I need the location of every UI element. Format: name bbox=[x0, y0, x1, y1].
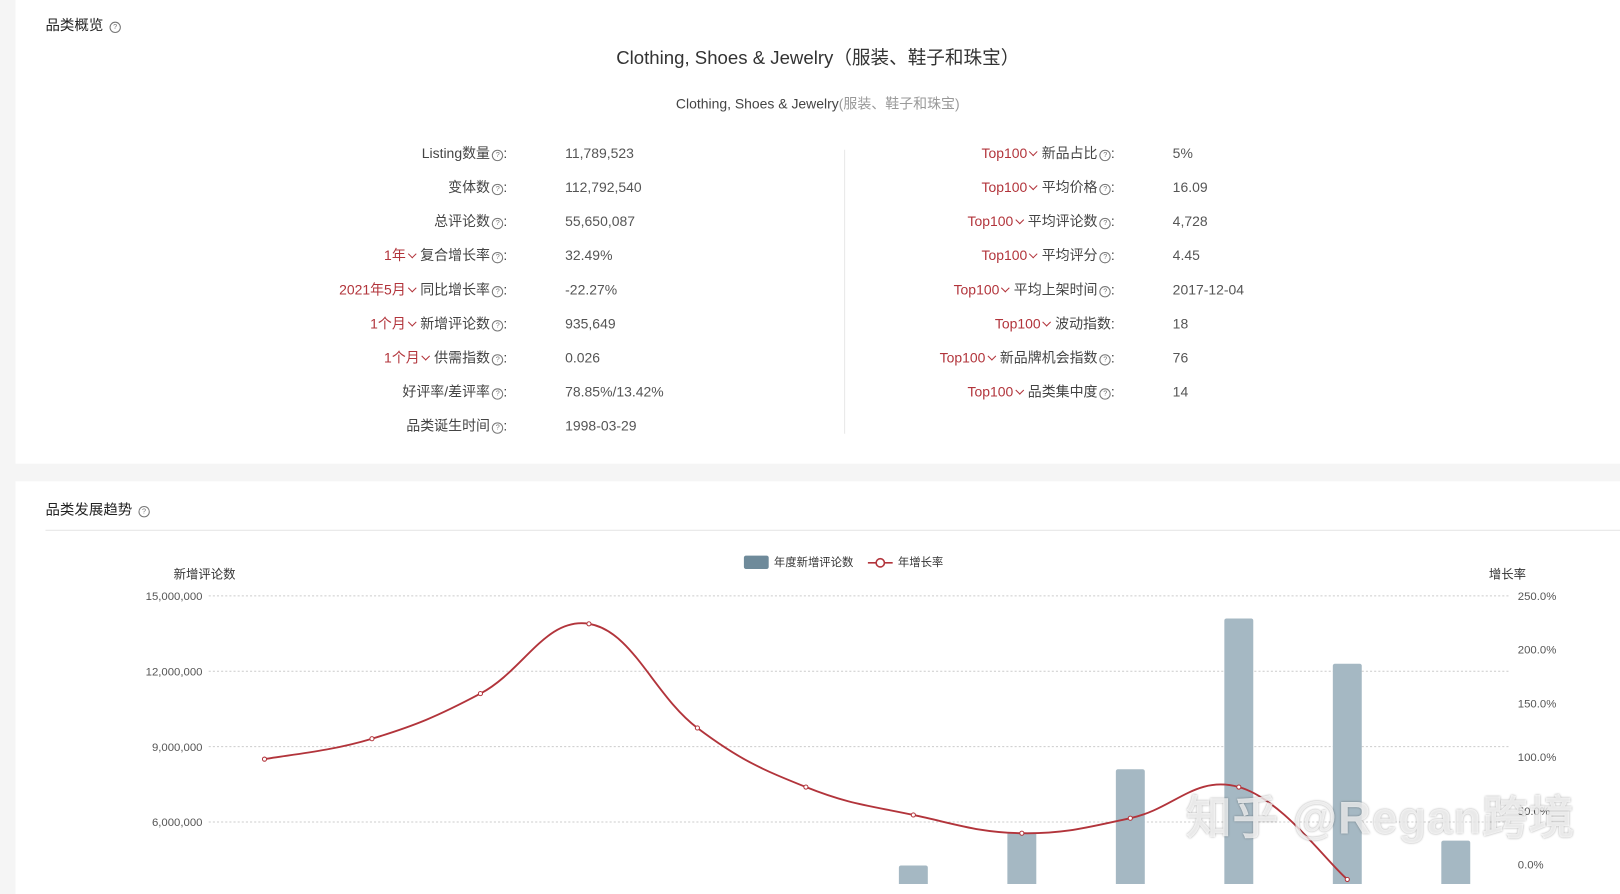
bar bbox=[1332, 663, 1362, 884]
y2-tick-label: 250.0% bbox=[1518, 591, 1557, 603]
line-point bbox=[1344, 876, 1350, 882]
trend-chart: 15,000,000 12,000,000 9,000,000 6,000,000 25… bbox=[146, 555, 1557, 884]
bar bbox=[1007, 832, 1037, 884]
legend-bar-swatch[interactable] bbox=[743, 555, 769, 570]
y-tick-label: 15,000,000 bbox=[146, 591, 203, 603]
bar bbox=[1115, 769, 1145, 884]
bar bbox=[898, 865, 928, 884]
line-point bbox=[803, 784, 809, 790]
y-tick-label: 9,000,000 bbox=[152, 742, 203, 754]
line-point bbox=[910, 812, 916, 818]
bar bbox=[1441, 840, 1471, 884]
line-point bbox=[694, 725, 700, 731]
y-axis-title: 新增评论数 bbox=[174, 566, 237, 581]
y2-tick-label: 200.0% bbox=[1518, 645, 1557, 657]
y2-tick-label: 0.0% bbox=[1518, 860, 1544, 872]
legend-label: 年度新增评论数 bbox=[774, 555, 854, 569]
line-point bbox=[477, 691, 484, 697]
y2-axis-title: 增长率 bbox=[1489, 566, 1526, 581]
line-point bbox=[586, 621, 592, 627]
legend-line-marker bbox=[875, 557, 886, 568]
growth-rate-line bbox=[264, 622, 1348, 881]
line-point bbox=[1019, 830, 1025, 836]
line-point bbox=[1127, 815, 1133, 821]
line-point bbox=[369, 736, 375, 742]
y-tick-label: 6,000,000 bbox=[152, 817, 203, 829]
line-point bbox=[261, 756, 268, 762]
watermark: 知乎 @Regan跨境 bbox=[1186, 793, 1576, 844]
y-tick-label: 12,000,000 bbox=[146, 666, 203, 678]
legend-label: 年增长率 bbox=[898, 555, 943, 569]
y2-tick-label: 100.0% bbox=[1518, 752, 1557, 764]
y2-tick-label: 150.0% bbox=[1518, 698, 1557, 710]
